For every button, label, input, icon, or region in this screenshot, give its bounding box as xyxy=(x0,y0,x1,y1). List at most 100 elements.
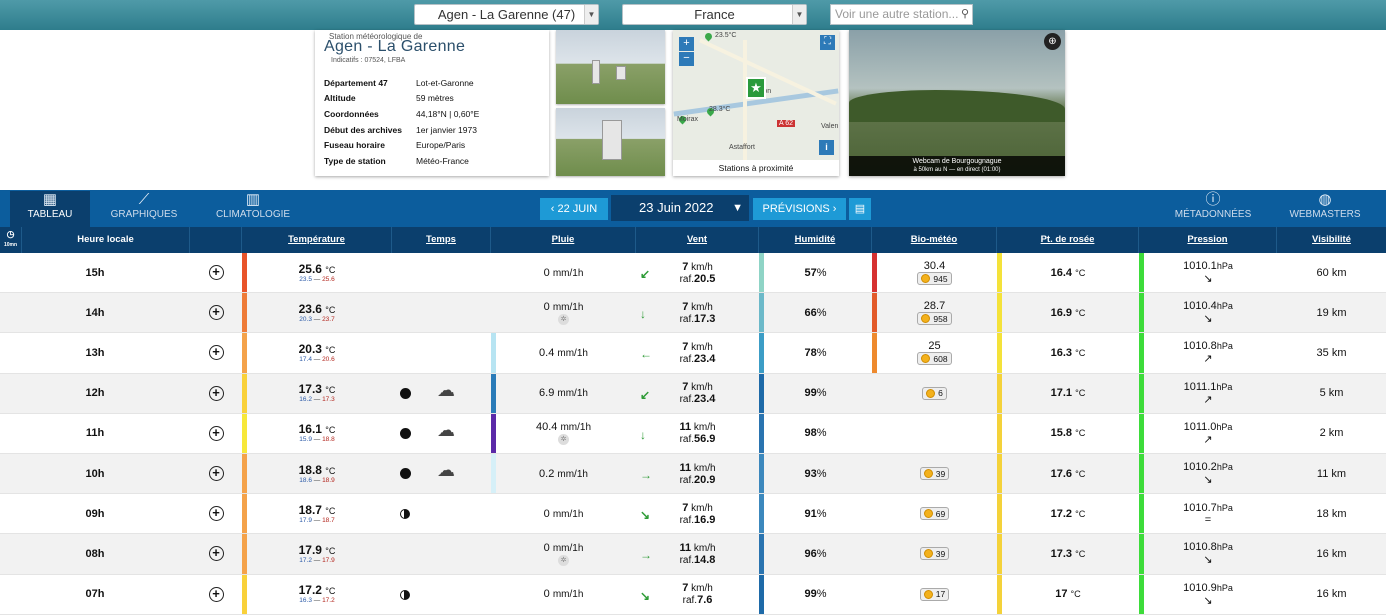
temp-min: 17.9 xyxy=(299,516,312,524)
pressure-trend-icon: ↗ xyxy=(1203,353,1213,366)
station-search-input[interactable]: Voir une autre station... ⚲ xyxy=(830,4,973,25)
cell-biometeo: 39 xyxy=(872,454,997,493)
cell-detail[interactable]: + xyxy=(190,454,242,493)
col-temps[interactable]: Temps xyxy=(392,227,491,253)
tab-webmasters[interactable]: ◍ WEBMASTERS xyxy=(1282,191,1368,227)
webcam-image[interactable]: ⊕ Webcam de Bourgougnague à 50km au N — … xyxy=(849,30,1065,176)
wind-gust: raf.14.8 xyxy=(680,554,716,566)
col-pression[interactable]: Pression xyxy=(1139,227,1277,253)
cell-hour: 09h xyxy=(0,494,190,533)
temp-min: 17.2 xyxy=(299,556,312,564)
table-row[interactable]: 14h +23.6 °C 20.3 — 23.7 0 mm/1h ✲ ↓ 7 km/h raf… xyxy=(0,293,1386,334)
pressure-unit: hPa xyxy=(1216,341,1233,352)
sun-icon xyxy=(926,388,936,398)
cell-temperature: 17.3 °C 16.2 — 17.3 xyxy=(242,373,392,413)
nearby-stations-map[interactable]: + − ⛶ 23.5°C 28.3°C Moirax ron A 62 Vale… xyxy=(673,30,839,176)
info-icon[interactable]: i xyxy=(819,140,834,155)
cell-detail[interactable]: + xyxy=(190,374,242,413)
visibility-unit: km xyxy=(1331,306,1347,319)
expand-plus-icon[interactable]: + xyxy=(208,506,224,522)
expand-plus-icon[interactable]: + xyxy=(208,466,224,482)
calendar-button[interactable]: ▤ xyxy=(849,198,871,220)
previsions-button[interactable]: PRÉVISIONS › xyxy=(753,198,846,220)
pressure-number: 1010.8 xyxy=(1183,340,1217,353)
level-bar xyxy=(759,453,764,494)
cell-biometeo: 69 xyxy=(872,494,997,533)
temp-max: 20.6 xyxy=(322,355,335,363)
detail-key: Coordonnées xyxy=(324,108,379,119)
cell-dewpoint: 17.6 °C xyxy=(997,453,1139,494)
rain-dot-icon xyxy=(400,467,411,479)
station-select[interactable]: Agen - La Garenne (47) ▼ xyxy=(414,4,599,25)
col-pluie[interactable]: Pluie xyxy=(491,227,636,253)
current-station-star-icon[interactable]: ★ xyxy=(746,77,766,99)
wind-direction-icon: ← xyxy=(640,347,652,362)
map-label: A 62 xyxy=(777,120,796,127)
expand-plus-icon[interactable]: + xyxy=(208,305,224,321)
cell-detail[interactable]: + xyxy=(190,534,242,573)
table-row[interactable]: 15h +25.6 °C 23.5 — 25.6 0 mm/1h ↙ 7 km/h raf.… xyxy=(0,253,1386,294)
table-row[interactable]: 09h +18.7 °C 17.9 — 18.7 0 mm/1h ↘ 7 km/h raf.… xyxy=(0,494,1386,535)
level-bar xyxy=(997,293,1002,333)
humidity-value: 57% xyxy=(804,267,826,279)
date-select[interactable]: 23 Juin 2022 ▼ xyxy=(611,195,749,221)
pressure-value: 1010.8hPa xyxy=(1183,340,1233,352)
expand-plus-icon[interactable]: + xyxy=(208,586,224,602)
gust-prefix: raf. xyxy=(679,554,695,566)
table-row[interactable]: 08h +17.9 °C 17.2 — 17.9 0 mm/1h ✲ → 11 km/h ra… xyxy=(0,534,1386,575)
level-bar xyxy=(997,574,1002,614)
temp-unit: °C xyxy=(325,465,336,476)
tab-climatologie[interactable]: ▥ CLIMATOLOGIE xyxy=(208,191,298,227)
dewpoint-value: 16.4 °C xyxy=(1051,267,1086,279)
temp-max: 18.9 xyxy=(322,476,335,484)
cell-detail[interactable]: + xyxy=(190,293,242,332)
pressure-unit: hPa xyxy=(1216,301,1233,312)
rain-unit: mm/1h xyxy=(557,388,588,400)
zoom-out-button[interactable]: − xyxy=(679,52,694,66)
uv-value: 39 xyxy=(935,468,946,479)
wind-number: 7 xyxy=(682,340,689,353)
zoom-magnifier-icon[interactable]: ⊕ xyxy=(1044,33,1061,50)
uv-badge: 945 xyxy=(917,272,952,286)
cell-detail[interactable]: + xyxy=(190,414,242,453)
col-rosee[interactable]: Pt. de rosée xyxy=(997,227,1139,253)
station-photo[interactable] xyxy=(556,108,665,176)
previous-day-button[interactable]: ‹ 22 JUIN xyxy=(540,198,608,220)
col-visibilite[interactable]: Visibilité xyxy=(1277,227,1386,253)
cell-detail[interactable]: + xyxy=(190,253,242,292)
dewpoint-unit: °C xyxy=(1075,307,1086,318)
table-row[interactable]: 12h +17.3 °C 16.2 — 17.3 ☁ 6.9 mm/1h ↙ 7 km/h r… xyxy=(0,373,1386,414)
tab-graphiques[interactable]: ⟋ GRAPHIQUES xyxy=(104,191,184,227)
zoom-in-button[interactable]: + xyxy=(679,37,694,51)
clock-icon: ◷ xyxy=(6,229,15,239)
expand-plus-icon[interactable]: + xyxy=(208,385,224,401)
table-row[interactable]: 07h +17.2 °C 16.3 — 17.2 0 mm/1h ↘ 7 km/h raf.… xyxy=(0,574,1386,615)
table-row[interactable]: 10h +18.8 °C 18.6 — 18.9 ☁ 0.2 mm/1h → 11 km/h… xyxy=(0,453,1386,495)
pressure-unit: hPa xyxy=(1216,502,1233,513)
tab-tableau[interactable]: ▦ TABLEAU xyxy=(10,191,90,227)
wind-speed: 7 km/h xyxy=(682,502,713,514)
expand-plus-icon[interactable]: + xyxy=(208,425,224,441)
station-photo[interactable] xyxy=(556,30,665,104)
table-row[interactable]: 13h +20.3 °C 17.4 — 20.6 0.4 mm/1h ← 7 km/h ra… xyxy=(0,333,1386,374)
col-vent[interactable]: Vent xyxy=(636,227,759,253)
tab-metadonnees[interactable]: ⓘ MÉTADONNÉES xyxy=(1170,191,1256,227)
expand-plus-icon[interactable]: + xyxy=(208,265,224,281)
webcam-sub: à 50km au N — en direct (01:00) xyxy=(913,167,1001,173)
cell-detail[interactable]: + xyxy=(190,575,242,614)
country-select[interactable]: France ▼ xyxy=(622,4,807,25)
interval-toggle[interactable]: ◷ 10mn xyxy=(0,227,22,253)
col-humidite[interactable]: Humidité xyxy=(759,227,872,253)
humidity-unit: % xyxy=(816,266,827,279)
cell-detail[interactable]: + xyxy=(190,494,242,533)
expand-plus-icon[interactable]: + xyxy=(208,345,224,361)
cell-detail[interactable]: + xyxy=(190,333,242,372)
expand-plus-icon[interactable]: + xyxy=(208,546,224,562)
cell-temperature: 18.7 °C 17.9 — 18.7 xyxy=(242,494,392,534)
col-biometeo[interactable]: Bio-météo xyxy=(872,227,997,253)
col-temperature[interactable]: Température xyxy=(242,227,392,253)
temp-unit: °C xyxy=(325,505,336,516)
fullscreen-icon[interactable]: ⛶ xyxy=(820,35,835,50)
table-row[interactable]: 11h +16.1 °C 15.9 — 18.8 ☁ 40.4 mm/1h ✲ ↓ 11 km… xyxy=(0,413,1386,454)
wind-speed: 7 km/h xyxy=(682,261,713,273)
